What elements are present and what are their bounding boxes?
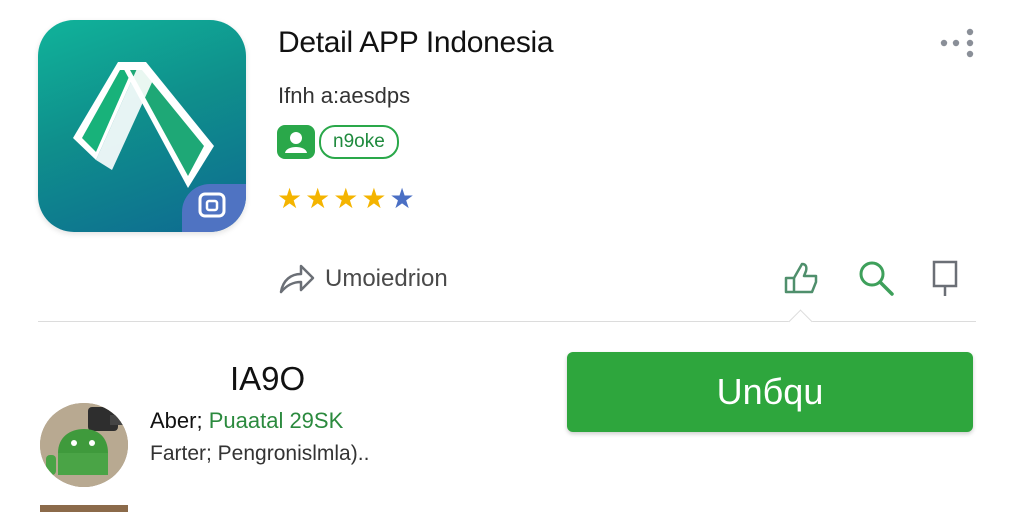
divider-notch [788, 309, 813, 334]
star-empty-icon: ★ [389, 183, 415, 214]
bookmark-icon[interactable] [928, 258, 968, 298]
star-filled-icon: ★ [361, 183, 387, 214]
developer-avatar[interactable] [40, 403, 128, 487]
star-filled-icon: ★ [277, 183, 303, 214]
badge-icon [182, 184, 246, 232]
rating-stars: ★ ★ ★ ★ ★ [277, 184, 415, 214]
app-subtitle: Ifnh a:aesdps [278, 83, 411, 108]
app-size: IA9O [230, 360, 306, 397]
search-icon[interactable] [856, 258, 896, 298]
star-filled-icon: ★ [333, 183, 359, 214]
star-filled-icon: ★ [305, 183, 331, 214]
share-icon [279, 264, 315, 294]
developer-value[interactable]: Puaatal 29SK [209, 408, 344, 433]
app-title: Detail APP Indonesia [278, 26, 554, 59]
more-menu-icon[interactable] [936, 26, 980, 60]
app-tag[interactable]: n9oke [277, 125, 399, 159]
developer-line: Aber; Puaatal 29SK [150, 408, 343, 434]
next-item-thumbnail [40, 505, 128, 512]
share-button[interactable]: Umoiedrion [277, 262, 448, 296]
developer-subline: Farter; Pengronislmla).. [150, 442, 370, 465]
developer-label: Aber; [150, 408, 203, 433]
tag-label: n9oke [319, 125, 399, 159]
person-icon [277, 125, 315, 159]
divider [38, 321, 976, 322]
thumbs-up-icon[interactable] [782, 258, 822, 298]
install-button[interactable]: Unбqu [567, 352, 973, 432]
app-icon [38, 20, 246, 232]
share-label: Umoiedrion [325, 265, 448, 292]
